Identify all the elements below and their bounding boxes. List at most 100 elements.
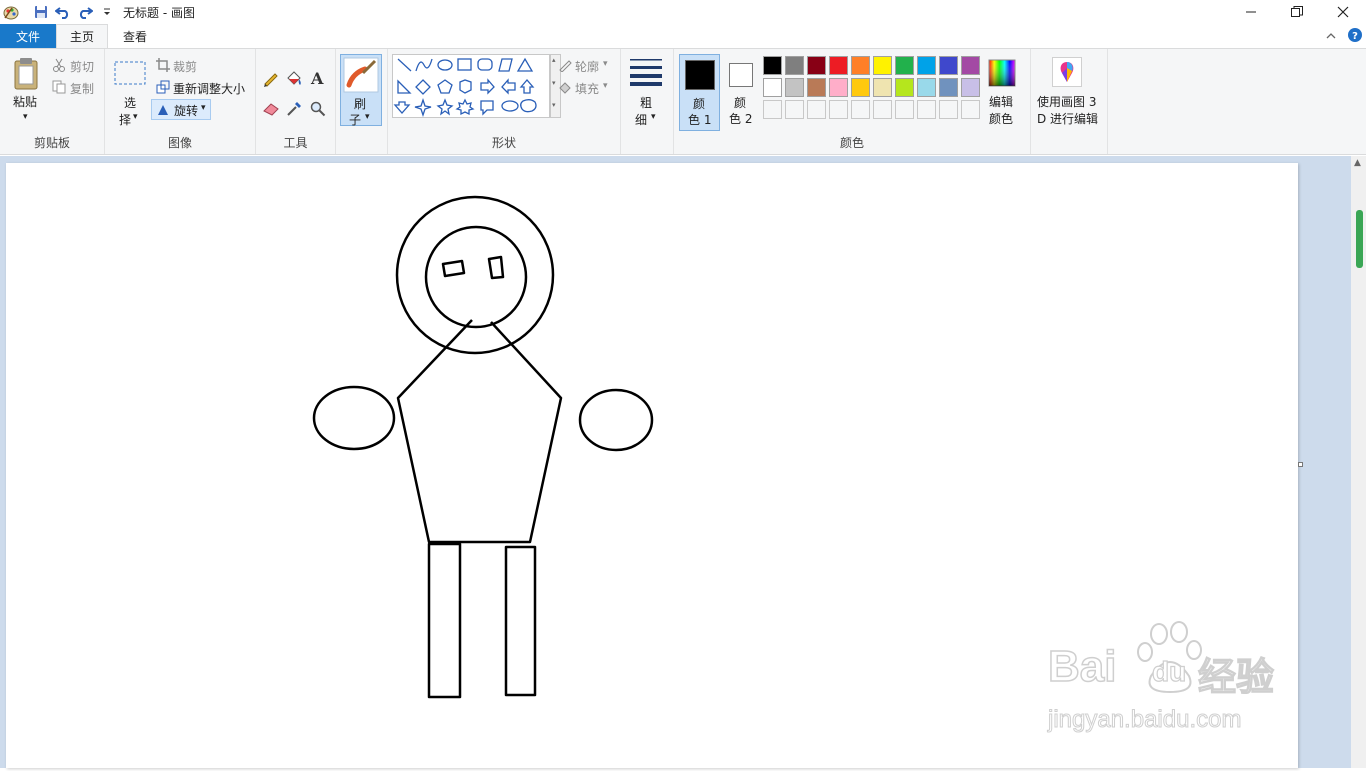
fill-button[interactable]: 填充 — [575, 80, 599, 97]
palette-color-swatch[interactable] — [763, 78, 782, 97]
color1-label-2: 色 1 — [688, 113, 712, 127]
palette-color-swatch[interactable] — [895, 78, 914, 97]
text-tool-icon[interactable]: A — [310, 69, 326, 90]
magnifier-icon[interactable] — [310, 101, 326, 120]
palette-empty-swatch[interactable] — [851, 100, 870, 119]
color1-button[interactable]: 颜 色 1 — [679, 54, 720, 131]
color-picker-icon[interactable] — [286, 101, 302, 120]
shapes-gallery[interactable] — [392, 54, 550, 118]
select-icon[interactable] — [114, 61, 146, 88]
palette-color-swatch[interactable] — [939, 78, 958, 97]
paint3d-icon[interactable] — [1052, 57, 1082, 87]
rotate-dropdown-arrow[interactable]: ▾ — [201, 103, 206, 113]
outline-button[interactable]: 轮廓 — [575, 58, 599, 75]
rotate-button[interactable]: 旋转 ▾ — [151, 99, 211, 120]
palette-color-swatch[interactable] — [851, 78, 870, 97]
palette-empty-swatch[interactable] — [807, 100, 826, 119]
palette-color-swatch[interactable] — [917, 56, 936, 75]
palette-empty-swatch[interactable] — [763, 100, 782, 119]
fill-bucket-icon[interactable] — [285, 69, 303, 90]
select-dropdown-arrow[interactable]: ▾ — [133, 112, 138, 122]
tab-home[interactable]: 主页 — [56, 24, 108, 48]
quick-access-toolbar — [0, 0, 118, 24]
undo-icon[interactable] — [52, 1, 74, 23]
drawing-outer-head-circle — [395, 195, 555, 355]
customize-toolbar-icon[interactable] — [96, 1, 118, 23]
svg-text:A: A — [310, 69, 324, 87]
palette-color-swatch[interactable] — [873, 78, 892, 97]
minimize-icon — [1246, 11, 1256, 13]
tab-view[interactable]: 查看 — [108, 24, 162, 48]
copy-button[interactable]: 复制 — [70, 80, 94, 97]
scroll-up-arrow[interactable]: ▲ — [1354, 158, 1361, 168]
color2-button[interactable]: 颜 色 2 — [725, 54, 759, 131]
paint3d-group: 使用画图 3 D 进行编辑 — [1031, 49, 1108, 154]
brushes-group: 刷 子 ▾ — [336, 49, 388, 154]
paint-app-icon[interactable] — [0, 1, 22, 23]
palette-color-swatch[interactable] — [873, 56, 892, 75]
palette-empty-swatch[interactable] — [895, 100, 914, 119]
paste-button[interactable]: 粘贴 ▾ — [10, 57, 42, 137]
palette-color-swatch[interactable] — [961, 78, 980, 97]
restore-button[interactable] — [1274, 0, 1320, 24]
cut-icon[interactable] — [52, 58, 66, 75]
drawing-right-leg — [504, 545, 537, 697]
palette-empty-swatch[interactable] — [829, 100, 848, 119]
palette-color-swatch[interactable] — [829, 78, 848, 97]
palette-color-swatch[interactable] — [851, 56, 870, 75]
paint3d-label-2[interactable]: D 进行编辑 — [1037, 110, 1098, 127]
palette-color-swatch[interactable] — [763, 56, 782, 75]
close-button[interactable] — [1320, 0, 1366, 24]
drawing-inner-head-circle — [424, 225, 528, 329]
paste-dropdown-arrow[interactable]: ▾ — [23, 112, 28, 122]
size-button[interactable]: 粗 细 ▾ — [629, 56, 663, 131]
palette-empty-swatch[interactable] — [873, 100, 892, 119]
palette-color-swatch[interactable] — [807, 78, 826, 97]
help-icon[interactable]: ? — [1348, 28, 1362, 45]
palette-empty-swatch[interactable] — [917, 100, 936, 119]
select-label-2[interactable]: 择 — [119, 111, 131, 128]
crop-icon[interactable] — [156, 58, 170, 75]
palette-color-swatch[interactable] — [807, 56, 826, 75]
outline-dropdown-arrow[interactable]: ▾ — [603, 59, 608, 69]
palette-color-swatch[interactable] — [829, 56, 848, 75]
canvas-resize-handle[interactable] — [1298, 462, 1303, 467]
edit-colors-label-1[interactable]: 编辑 — [989, 93, 1013, 110]
brush-icon — [343, 57, 379, 93]
resize-icon[interactable] — [156, 80, 170, 97]
eraser-icon[interactable] — [262, 102, 280, 119]
brushes-dropdown-arrow[interactable]: ▾ — [365, 112, 370, 122]
scrollbar-thumb[interactable] — [1356, 210, 1363, 268]
tab-file[interactable]: 文件 — [0, 24, 56, 48]
cut-button[interactable]: 剪切 — [70, 58, 94, 75]
drawing-left-leg — [427, 542, 462, 699]
palette-empty-swatch[interactable] — [785, 100, 804, 119]
copy-icon[interactable] — [52, 80, 66, 97]
palette-color-swatch[interactable] — [895, 56, 914, 75]
crop-button[interactable]: 裁剪 — [173, 58, 197, 75]
select-label-1[interactable]: 选 — [124, 94, 136, 111]
edit-colors-label-2[interactable]: 颜色 — [989, 110, 1013, 127]
collapse-ribbon-icon[interactable] — [1326, 30, 1336, 44]
save-icon[interactable] — [30, 1, 52, 23]
drawing-left-hand — [312, 385, 396, 451]
outline-icon[interactable] — [558, 58, 572, 75]
palette-color-swatch[interactable] — [917, 78, 936, 97]
pencil-icon[interactable] — [262, 69, 280, 90]
palette-color-swatch[interactable] — [939, 56, 958, 75]
size-dropdown-arrow[interactable]: ▾ — [651, 112, 656, 122]
fill-icon[interactable] — [558, 80, 572, 97]
palette-color-swatch[interactable] — [785, 78, 804, 97]
window-title: 无标题 - 画图 — [123, 6, 195, 20]
palette-empty-swatch[interactable] — [939, 100, 958, 119]
brushes-button[interactable]: 刷 子 ▾ — [340, 54, 382, 127]
resize-button[interactable]: 重新调整大小 — [173, 80, 245, 97]
redo-icon[interactable] — [74, 1, 96, 23]
palette-color-swatch[interactable] — [785, 56, 804, 75]
paint3d-label-1[interactable]: 使用画图 3 — [1037, 93, 1096, 110]
palette-empty-swatch[interactable] — [961, 100, 980, 119]
fill-dropdown-arrow[interactable]: ▾ — [603, 81, 608, 91]
edit-colors-icon[interactable] — [988, 59, 1016, 87]
palette-color-swatch[interactable] — [961, 56, 980, 75]
minimize-button[interactable] — [1228, 0, 1274, 24]
